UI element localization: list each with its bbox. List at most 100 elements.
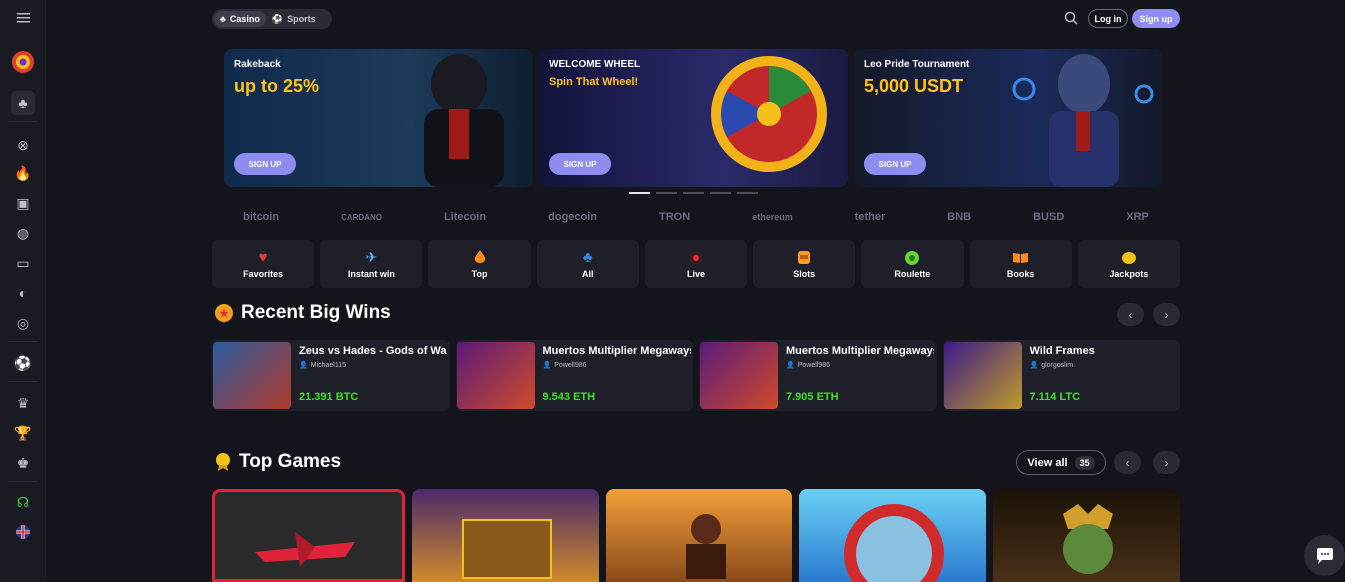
category-slots[interactable]: Slots [753,240,856,288]
recent-wins-list: Zeus vs Hades - Gods of War 👤 Michael115 … [212,340,1180,411]
carousel-dots [629,192,758,194]
game-card-book-of-demi-gods[interactable] [411,489,599,582]
casino-icon[interactable]: ♣ [11,91,35,115]
win-amount: 9.543 ETH [542,391,596,403]
tron-logo: TRON [659,211,691,223]
chat-button[interactable] [1304,535,1345,576]
plane-illustration [255,532,355,567]
ethereum-logo: ethereum [752,212,793,222]
win-game-name: Muertos Multiplier Megaways [786,345,934,357]
games-prev-button[interactable]: ‹ [1114,451,1141,474]
win-amount: 7.905 ETH [786,391,839,403]
signup-button[interactable]: Sign up [1132,9,1180,28]
win-user: 👤 Michael115 [299,361,346,370]
x-circle-icon[interactable]: ⊗ [11,133,35,157]
games-count-badge: 35 [1074,455,1095,470]
wins-next-button[interactable]: › [1153,303,1180,326]
category-all[interactable]: ♣ All [536,240,639,288]
banner-signup-button[interactable]: SIGN UP [549,153,611,175]
trophy-icon[interactable]: 🏆 [11,421,35,445]
coin-icon [1120,250,1138,266]
game-card-aviator[interactable] [212,489,405,582]
category-favorites[interactable]: ♥ Favorites [212,240,315,288]
banner-leo-pride[interactable]: Leo Pride Tournament 5,000 USDT SIGN UP [854,49,1163,187]
win-card[interactable]: Muertos Multiplier Megaways 👤 Powell986 9… [455,340,693,411]
banner-welcome-wheel[interactable]: WELCOME WHEEL Spin That Wheel! SIGN UP [539,49,848,187]
casino-sports-switch[interactable]: ♣ Casino ⚽ Sports [212,9,332,29]
payment-logos: bitcoin CARDANO Litecoin dogecoin TRON e… [212,208,1180,226]
wins-prev-button[interactable]: ‹ [1117,303,1144,326]
banner-subtitle: Rakeback [234,59,281,70]
tab-sports[interactable]: ⚽ Sports [266,11,322,27]
carousel-dot[interactable] [683,192,704,194]
fire-icon[interactable]: 🔥 [11,161,35,185]
chevron-left-icon: ‹ [1128,307,1133,322]
tab-casino[interactable]: ♣ Casino [214,11,266,27]
carousel-dot[interactable] [629,192,650,194]
category-instant-win[interactable]: ✈ Instant win [320,240,423,288]
book-icon [1012,250,1030,266]
game-thumbnail [456,342,535,409]
user-icon: 👤 [542,362,552,369]
cardano-logo: CARDANO [341,212,382,222]
svg-text:★: ★ [219,308,229,320]
win-card[interactable]: Zeus vs Hades - Gods of War 👤 Michael115 … [212,340,450,411]
carousel-dot[interactable] [656,192,677,194]
leaf-icon[interactable]: ◐ [11,281,35,305]
slot-icon[interactable]: ▣ [11,191,35,215]
roulette-icon[interactable]: ◍ [11,221,35,245]
win-amount: 7.114 LTC [1029,391,1081,403]
left-sidebar: ♣ ⊗ 🔥 ▣ ◍ ▭ ◐ ◎ ⚽ ♛ 🏆 ♚ ☊ [0,0,46,582]
banner-signup-button[interactable]: SIGN UP [234,153,296,175]
uk-flag-icon[interactable] [11,520,35,544]
category-books[interactable]: Books [969,240,1072,288]
win-card[interactable]: Wild Frames 👤 glorgoslim 7.114 LTC [942,340,1180,411]
star-badge-icon: ★ [215,304,233,322]
logo-icon[interactable] [11,50,35,74]
category-live[interactable]: Live [644,240,748,288]
category-top[interactable]: Top [428,240,531,288]
game-card-money[interactable] [605,489,793,582]
support-icon[interactable]: ☊ [11,490,35,514]
banner-headline: 5,000 USDT [864,76,964,96]
view-all-button[interactable]: View all 35 [1016,450,1106,475]
book-illustration [461,519,552,579]
win-user: 👤 glorgoslim [1029,361,1074,370]
ball-icon: ⚽ [271,13,284,24]
search-icon[interactable] [1064,11,1078,25]
chevron-left-icon: ‹ [1125,455,1130,470]
win-game-name: Zeus vs Hades - Gods of War [299,345,447,357]
character-illustration [685,514,726,579]
chevron-right-icon: › [1164,307,1169,322]
crown-icon[interactable]: ♛ [11,391,35,415]
category-roulette[interactable]: Roulette [861,240,964,288]
banner-headline: Spin That Wheel! [549,76,639,88]
login-button[interactable]: Log in [1088,9,1128,28]
menu-icon[interactable] [11,6,35,30]
banner-rakeback[interactable]: Rakeback up to 25% SIGN UP [224,49,533,187]
banner-signup-button[interactable]: SIGN UP [864,153,926,175]
recent-wins-title: Recent Big Wins [241,302,391,323]
games-next-button[interactable]: › [1153,451,1180,474]
win-card[interactable]: Muertos Multiplier Megaways 👤 Powell986 7… [699,340,937,411]
wheel-illustration [711,56,827,172]
book-icon[interactable]: ▭ [11,251,35,275]
carousel-dot[interactable] [710,192,731,194]
user-icon: 👤 [786,362,795,369]
win-game-name: Wild Frames [1029,345,1095,357]
game-card-goblin[interactable] [993,489,1180,582]
game-card-shark[interactable] [799,489,987,582]
vip-icon[interactable]: ♚ [11,451,35,475]
shark-illustration [844,504,945,582]
category-jackpots[interactable]: Jackpots [1077,240,1180,288]
chips-icon[interactable]: ◎ [11,311,35,335]
busd-logo: BUSD [1033,211,1065,223]
top-games-heading: Top Games [214,451,341,473]
top-games-list [212,489,1180,582]
heart-icon: ♥ [258,249,268,266]
soccer-ball-icon[interactable]: ⚽ [11,351,35,375]
chevron-right-icon: › [1164,455,1169,470]
top-games-title: Top Games [239,451,342,472]
carousel-dot[interactable] [737,192,758,194]
litecoin-logo: Litecoin [443,211,487,223]
